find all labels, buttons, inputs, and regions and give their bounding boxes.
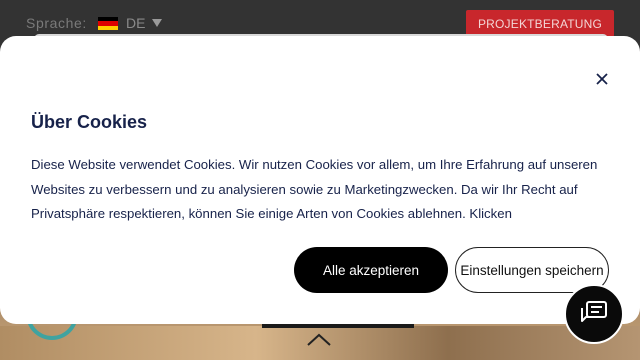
germany-flag-icon[interactable] bbox=[98, 17, 118, 30]
chat-icon bbox=[581, 301, 607, 322]
close-icon bbox=[596, 73, 608, 85]
accept-all-button[interactable]: Alle akzeptieren bbox=[294, 247, 448, 293]
chevron-down-icon[interactable] bbox=[152, 19, 162, 27]
dialog-body-text: Diese Website verwendet Cookies. Wir nut… bbox=[31, 157, 598, 221]
project-consulting-button[interactable]: PROJEKTBERATUNG bbox=[466, 10, 614, 37]
close-button[interactable] bbox=[590, 67, 614, 91]
dialog-title: Über Cookies bbox=[31, 112, 148, 132]
language-label: Sprache: bbox=[26, 15, 87, 31]
cookie-dialog: Über Cookies Diese Website verwendet Coo… bbox=[0, 36, 640, 324]
chevron-up-icon[interactable] bbox=[306, 330, 332, 348]
language-selector[interactable]: DE bbox=[126, 15, 145, 31]
chat-button[interactable] bbox=[564, 284, 624, 344]
